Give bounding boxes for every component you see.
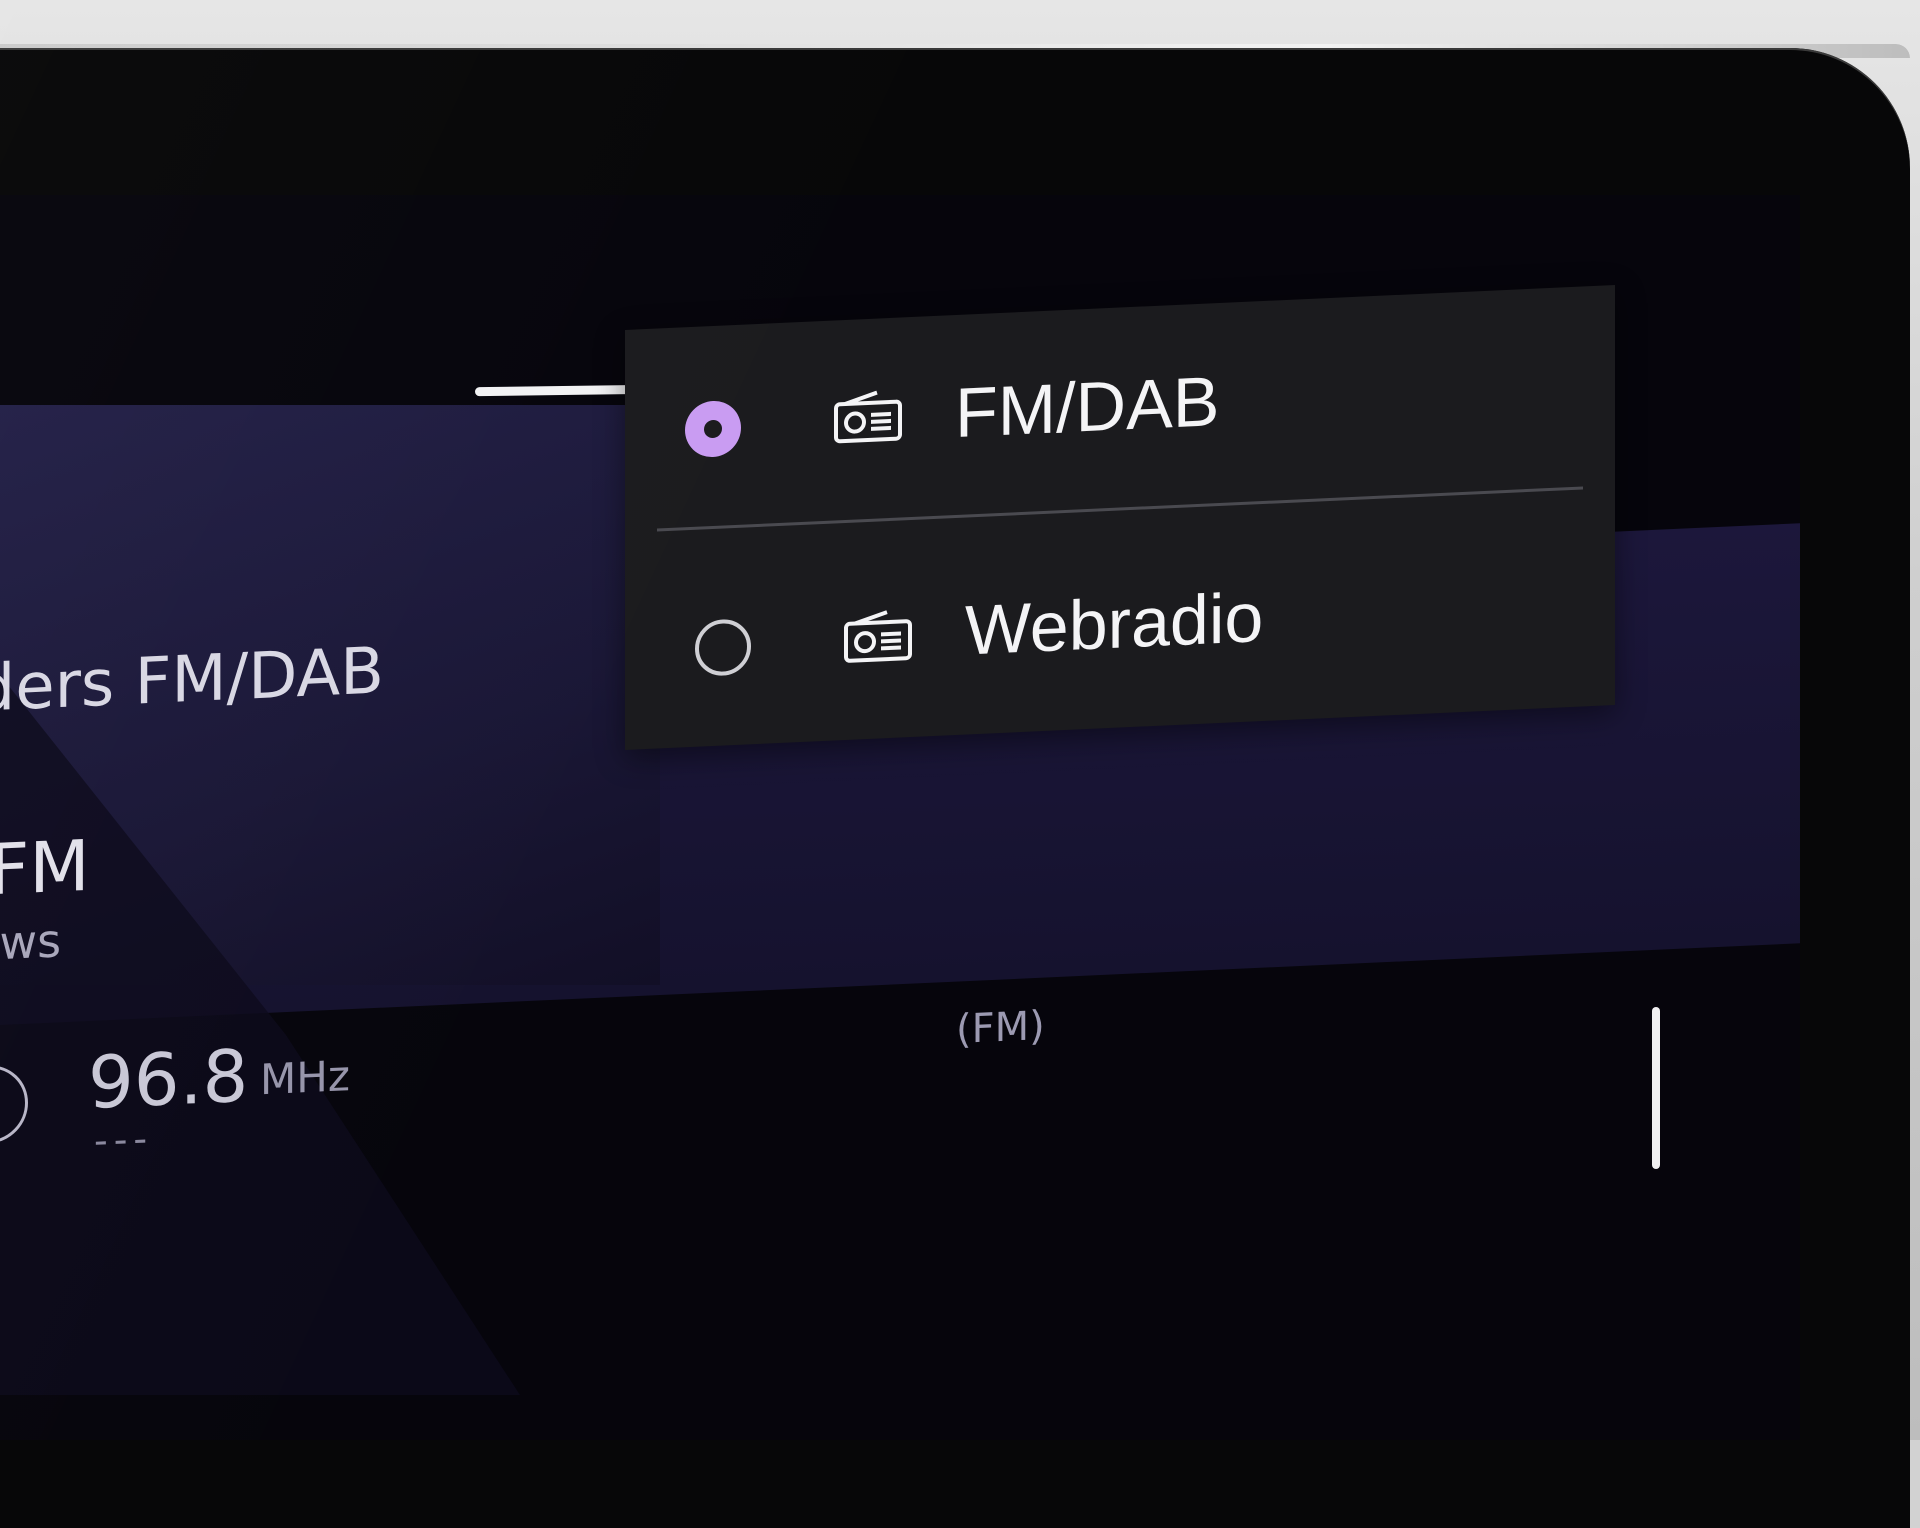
radio-icon <box>844 610 912 663</box>
radio-button-selected[interactable] <box>685 399 741 459</box>
source-option-webradio[interactable]: Webradio <box>625 495 1615 735</box>
frequency-unit: MHz <box>260 1051 350 1105</box>
station-name-text: ckFM <box>0 824 90 915</box>
frequency-placeholder: --- <box>94 1116 154 1163</box>
station-subtitle-text: euws <box>0 913 62 973</box>
station-name[interactable]: ckFM <box>0 824 90 915</box>
frequency-value: 96.8 <box>88 1033 249 1126</box>
radio-icon <box>834 390 902 444</box>
source-selection-menu: FM/DAB Webradio <box>625 285 1615 750</box>
source-option-label: Webradio <box>965 578 1264 670</box>
scrollbar[interactable] <box>1652 1007 1660 1169</box>
band-label: (FM) <box>956 1002 1045 1054</box>
source-option-label: FM/DAB <box>955 362 1220 453</box>
station-subtitle: euws <box>0 913 62 973</box>
radio-button-unselected[interactable] <box>695 618 751 677</box>
